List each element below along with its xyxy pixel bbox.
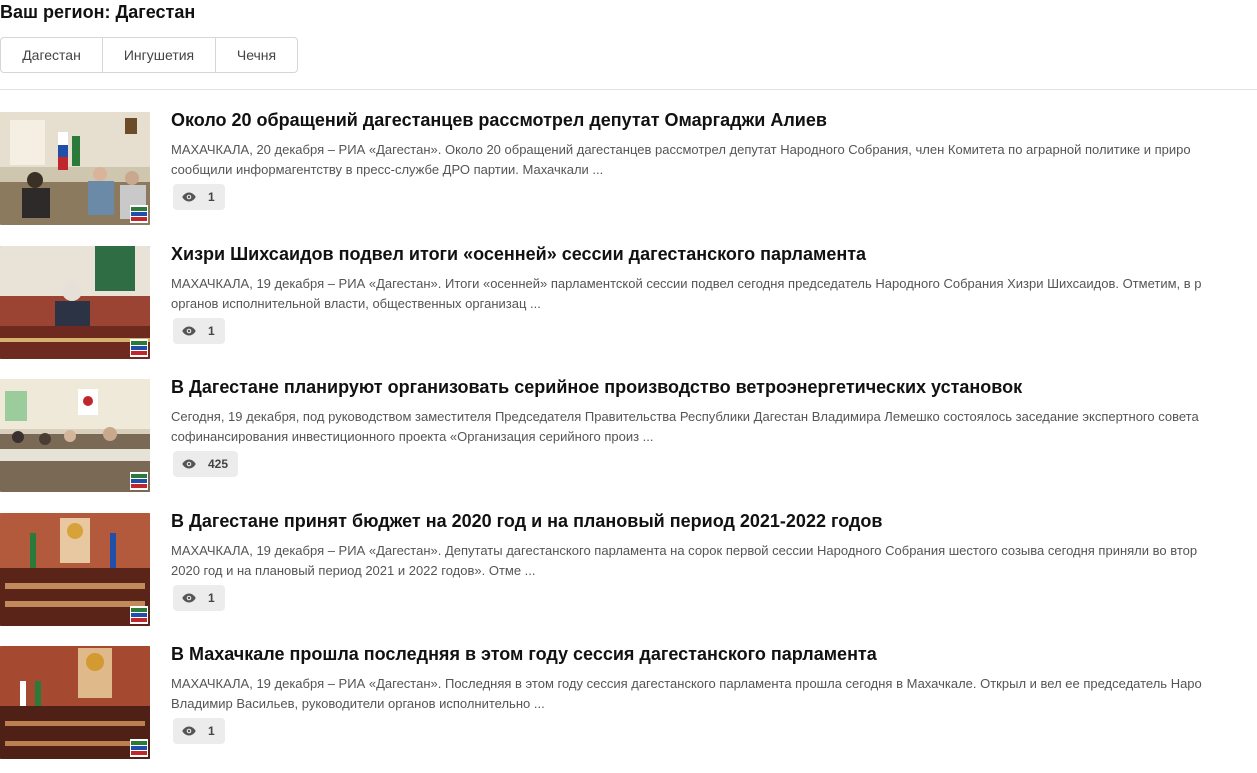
news-item: В Дагестане принят бюджет на 2020 год и …: [0, 511, 1257, 627]
news-thumbnail[interactable]: [0, 646, 150, 759]
view-count-badge: 1: [173, 318, 225, 344]
news-title[interactable]: Около 20 обращений дагестанцев рассмотре…: [171, 110, 827, 131]
news-item: В Дагестане планируют организовать серий…: [0, 377, 1257, 493]
news-thumbnail[interactable]: [0, 246, 150, 359]
view-count-badge: 425: [173, 451, 239, 477]
view-count-badge: 1: [173, 585, 225, 611]
view-count-badge: 1: [173, 184, 225, 210]
news-title[interactable]: Хизри Шихсаидов подвел итоги «осенней» с…: [171, 244, 866, 265]
region-title: Ваш регион: Дагестан: [0, 2, 196, 22]
news-thumbnail[interactable]: [0, 379, 150, 492]
tab-dagestan[interactable]: Дагестан: [1, 38, 103, 72]
news-thumbnail[interactable]: [0, 112, 150, 225]
news-excerpt: МАХАЧКАЛА, 19 декабря – РИА «Дагестан». …: [171, 276, 1202, 311]
region-tabs: Дагестан Ингушетия Чечня: [0, 37, 298, 73]
view-count: 1: [208, 591, 215, 605]
view-count: 1: [208, 724, 215, 738]
eye-icon: [182, 726, 196, 736]
news-excerpt: Сегодня, 19 декабря, под руководством за…: [171, 409, 1199, 444]
news-thumbnail[interactable]: [0, 513, 150, 626]
news-title[interactable]: В Дагестане планируют организовать серий…: [171, 377, 1022, 398]
news-excerpt: МАХАЧКАЛА, 20 декабря – РИА «Дагестан». …: [171, 142, 1191, 177]
tab-ingushetia[interactable]: Ингушетия: [103, 38, 216, 72]
news-excerpt: МАХАЧКАЛА, 19 декабря – РИА «Дагестан». …: [171, 543, 1198, 578]
news-item: В Махачкале прошла последняя в этом году…: [0, 644, 1257, 760]
view-count: 1: [208, 190, 215, 204]
news-item: Хизри Шихсаидов подвел итоги «осенней» с…: [0, 244, 1257, 360]
view-count-badge: 1: [173, 718, 225, 744]
tab-chechnya[interactable]: Чечня: [216, 38, 297, 72]
news-title[interactable]: В Махачкале прошла последняя в этом году…: [171, 644, 877, 665]
eye-icon: [182, 459, 196, 469]
news-page: Ваш регион: Дагестан Дагестан Ингушетия …: [0, 0, 1257, 773]
news-item: Около 20 обращений дагестанцев рассмотре…: [0, 110, 1257, 226]
eye-icon: [182, 326, 196, 336]
view-count: 425: [208, 457, 229, 471]
view-count: 1: [208, 324, 215, 338]
eye-icon: [182, 593, 196, 603]
news-title[interactable]: В Дагестане принят бюджет на 2020 год и …: [171, 511, 882, 532]
news-excerpt: МАХАЧКАЛА, 19 декабря – РИА «Дагестан». …: [171, 676, 1202, 711]
divider: [0, 89, 1257, 90]
eye-icon: [182, 192, 196, 202]
